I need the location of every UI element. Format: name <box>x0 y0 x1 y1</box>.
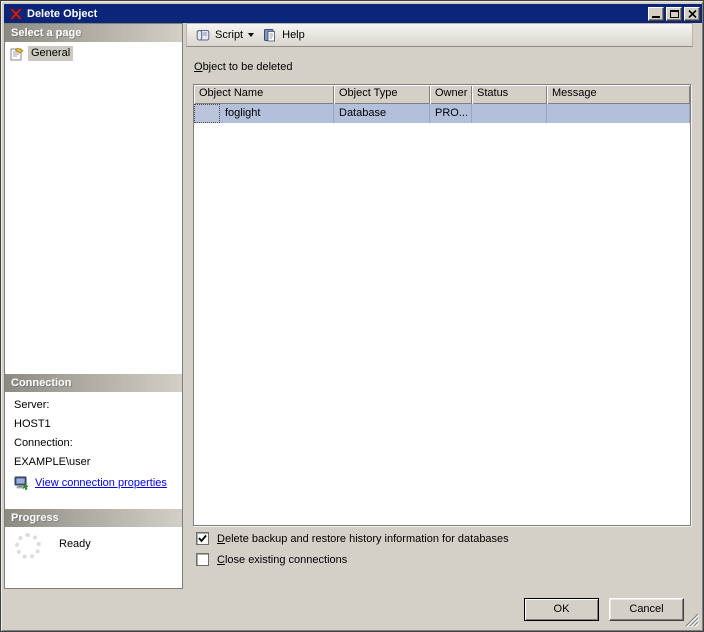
toolbar: Script Help <box>186 23 693 47</box>
script-icon <box>196 29 210 41</box>
progress-spinner-icon <box>15 533 41 559</box>
view-connection-properties-link[interactable]: View connection properties <box>35 477 167 489</box>
minimize-icon <box>652 16 660 18</box>
progress-status: Ready <box>59 538 91 550</box>
option-close-connections[interactable]: Close existing connections <box>196 553 347 566</box>
connection-label: Connection: <box>14 437 73 449</box>
column-header-status[interactable]: Status <box>472 85 547 104</box>
server-value: HOST1 <box>14 418 51 430</box>
progress-section: Ready <box>5 527 182 588</box>
close-connections-checkbox[interactable] <box>196 553 209 566</box>
column-header-object-name[interactable]: Object Name <box>194 85 334 104</box>
object-to-be-deleted-label: Object to be deleted <box>194 61 293 73</box>
progress-header: Progress <box>5 509 182 527</box>
table-row[interactable]: foglight Database PRO... <box>194 104 690 123</box>
column-header-object-type[interactable]: Object Type <box>334 85 430 104</box>
column-header-message[interactable]: Message <box>547 85 690 104</box>
cell-object-name: foglight <box>220 104 334 123</box>
column-header-owner[interactable]: Owner <box>430 85 472 104</box>
left-panel: Select a page General Connection Server:… <box>4 23 183 589</box>
resize-grip[interactable] <box>685 613 699 627</box>
sidebar-item-label: General <box>28 46 74 61</box>
server-label: Server: <box>14 399 50 411</box>
minimize-button[interactable] <box>648 6 664 21</box>
right-panel: Script Help Object to be deleted Object … <box>186 23 693 589</box>
connection-value: EXAMPLE\user <box>14 456 91 468</box>
general-page-content: Object to be deleted Object Name Object … <box>186 47 693 589</box>
delete-history-checkbox[interactable] <box>196 532 209 545</box>
delete-object-dialog: Delete Object Select a page General Conn… <box>0 0 704 632</box>
objects-table: Object Name Object Type Owner Status Mes… <box>193 84 691 526</box>
cell-object-type: Database <box>334 104 430 123</box>
cell-status <box>472 104 547 123</box>
delete-history-label: Delete backup and restore history inform… <box>217 532 509 545</box>
ok-button[interactable]: OK <box>524 598 599 621</box>
option-delete-history[interactable]: Delete backup and restore history inform… <box>196 532 509 545</box>
help-icon <box>264 29 276 42</box>
table-header-row: Object Name Object Type Owner Status Mes… <box>194 85 690 104</box>
maximize-icon <box>669 9 679 18</box>
script-dropdown-arrow-icon <box>248 33 255 37</box>
cell-owner: PRO... <box>430 104 472 123</box>
sidebar-item-general[interactable]: General <box>9 45 182 62</box>
script-button-label: Script <box>215 29 244 41</box>
close-icon <box>687 9 697 18</box>
window-title: Delete Object <box>27 7 98 20</box>
select-page-header: Select a page <box>5 24 182 42</box>
connection-properties-icon <box>14 476 29 491</box>
delete-object-icon[interactable] <box>8 6 24 22</box>
general-page-icon <box>10 47 24 60</box>
title-bar: Delete Object <box>4 4 702 23</box>
close-button[interactable] <box>684 6 700 21</box>
cancel-button[interactable]: Cancel <box>609 598 684 621</box>
connection-header: Connection <box>5 374 182 392</box>
checkmark-icon <box>198 534 207 543</box>
script-button[interactable]: Script <box>191 25 258 45</box>
help-button-label: Help <box>282 29 305 41</box>
page-list: General <box>5 42 182 374</box>
connection-info: Server: HOST1 Connection: EXAMPLE\user V… <box>5 392 182 509</box>
row-selector[interactable] <box>194 104 220 123</box>
close-connections-label: Close existing connections <box>217 553 348 566</box>
maximize-button[interactable] <box>666 6 682 21</box>
help-button[interactable]: Help <box>258 25 309 45</box>
cell-message <box>547 104 690 123</box>
